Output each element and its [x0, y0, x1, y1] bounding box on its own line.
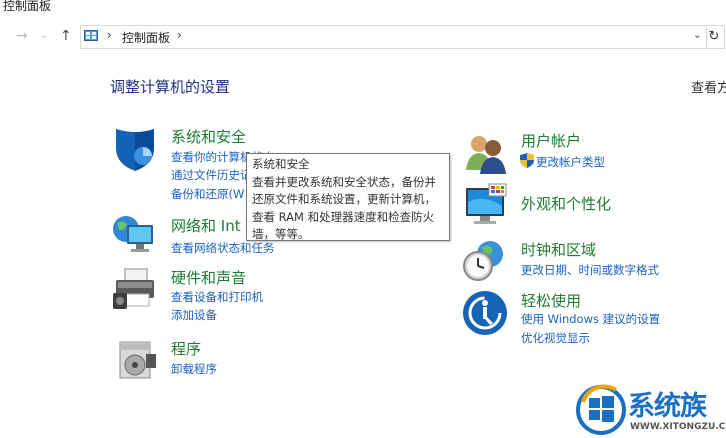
- category-title-programs[interactable]: 程序: [171, 338, 201, 359]
- link-change-account-type[interactable]: 更改帐户类型: [536, 154, 605, 170]
- link-change-date-time[interactable]: 更改日期、时间或数字格式: [521, 262, 659, 278]
- watermark: 系统族 WWW.XITONGZU.COM: [576, 382, 726, 438]
- ease-of-access-icon[interactable]: [462, 290, 508, 336]
- address-dropdown-icon[interactable]: ⌄: [693, 28, 702, 41]
- tooltip-line: 系统和安全: [252, 157, 310, 171]
- window-title: 控制面板: [3, 0, 52, 13]
- category-title-network-internet[interactable]: 网络和 Int: [171, 215, 241, 236]
- link-windows-recommended-settings[interactable]: 使用 Windows 建议的设置: [521, 311, 660, 327]
- address-bar[interactable]: › 控制面板 › ⌄: [80, 25, 707, 49]
- link-devices-printers[interactable]: 查看设备和打印机: [171, 289, 263, 305]
- tooltip-line: 墙，等等。: [252, 227, 310, 241]
- clock-globe-icon[interactable]: [462, 238, 508, 284]
- programs-disc-icon[interactable]: [116, 336, 162, 382]
- tooltip-line: 还原文件和系统设置，更新计算机，: [252, 192, 436, 206]
- refresh-icon: ↻: [708, 29, 720, 44]
- recent-locations-icon[interactable]: ⌄: [40, 30, 48, 41]
- breadcrumb-control-panel[interactable]: 控制面板: [122, 29, 170, 46]
- category-title-clock-region[interactable]: 时钟和区域: [521, 239, 596, 260]
- breadcrumb-chevron-icon[interactable]: ›: [177, 28, 182, 42]
- network-globe-icon[interactable]: [111, 213, 157, 259]
- user-accounts-icon[interactable]: [462, 130, 508, 176]
- link-file-history[interactable]: 通过文件历史记: [171, 167, 252, 183]
- view-by-label[interactable]: 查看方: [691, 77, 726, 96]
- printer-icon[interactable]: [111, 266, 157, 312]
- link-add-device[interactable]: 添加设备: [171, 307, 217, 323]
- watermark-text: 系统族: [628, 391, 707, 422]
- link-optimize-visual-display[interactable]: 优化视觉显示: [521, 330, 590, 346]
- up-icon[interactable]: ↑: [60, 28, 72, 44]
- navigation-bar: → ⌄ ↑ › 控制面板 › ⌄ ↻: [0, 24, 726, 50]
- tooltip-system-security: 系统和安全 查看并更改系统和安全状态，备份并 还原文件和系统设置，更新计算机， …: [246, 153, 450, 241]
- category-title-hardware-sound[interactable]: 硬件和声音: [171, 267, 246, 288]
- appearance-monitor-icon[interactable]: [462, 182, 508, 228]
- page-heading: 调整计算机的设置: [110, 78, 231, 96]
- category-title-appearance[interactable]: 外观和个性化: [521, 193, 611, 214]
- link-backup-restore[interactable]: 备份和还原(W: [171, 186, 244, 202]
- category-title-ease-of-access[interactable]: 轻松使用: [521, 290, 581, 311]
- control-panel-icon: [84, 30, 98, 41]
- windows-logo-icon: [576, 384, 626, 435]
- back-icon[interactable]: →: [16, 28, 28, 44]
- refresh-button[interactable]: ↻: [704, 25, 725, 49]
- category-title-user-accounts[interactable]: 用户帐户: [521, 130, 581, 151]
- tooltip-line: 查看并更改系统和安全状态，备份并: [252, 174, 436, 189]
- uac-shield-icon: [520, 153, 534, 168]
- watermark-url: WWW.XITONGZU.COM: [630, 422, 726, 432]
- link-uninstall-program[interactable]: 卸载程序: [171, 361, 217, 377]
- category-title-system-security[interactable]: 系统和安全: [171, 126, 246, 147]
- tooltip-line: 查看 RAM 和处理器速度和检查防火: [252, 209, 435, 224]
- breadcrumb-separator-icon: ›: [107, 28, 112, 42]
- shield-icon[interactable]: [112, 126, 158, 172]
